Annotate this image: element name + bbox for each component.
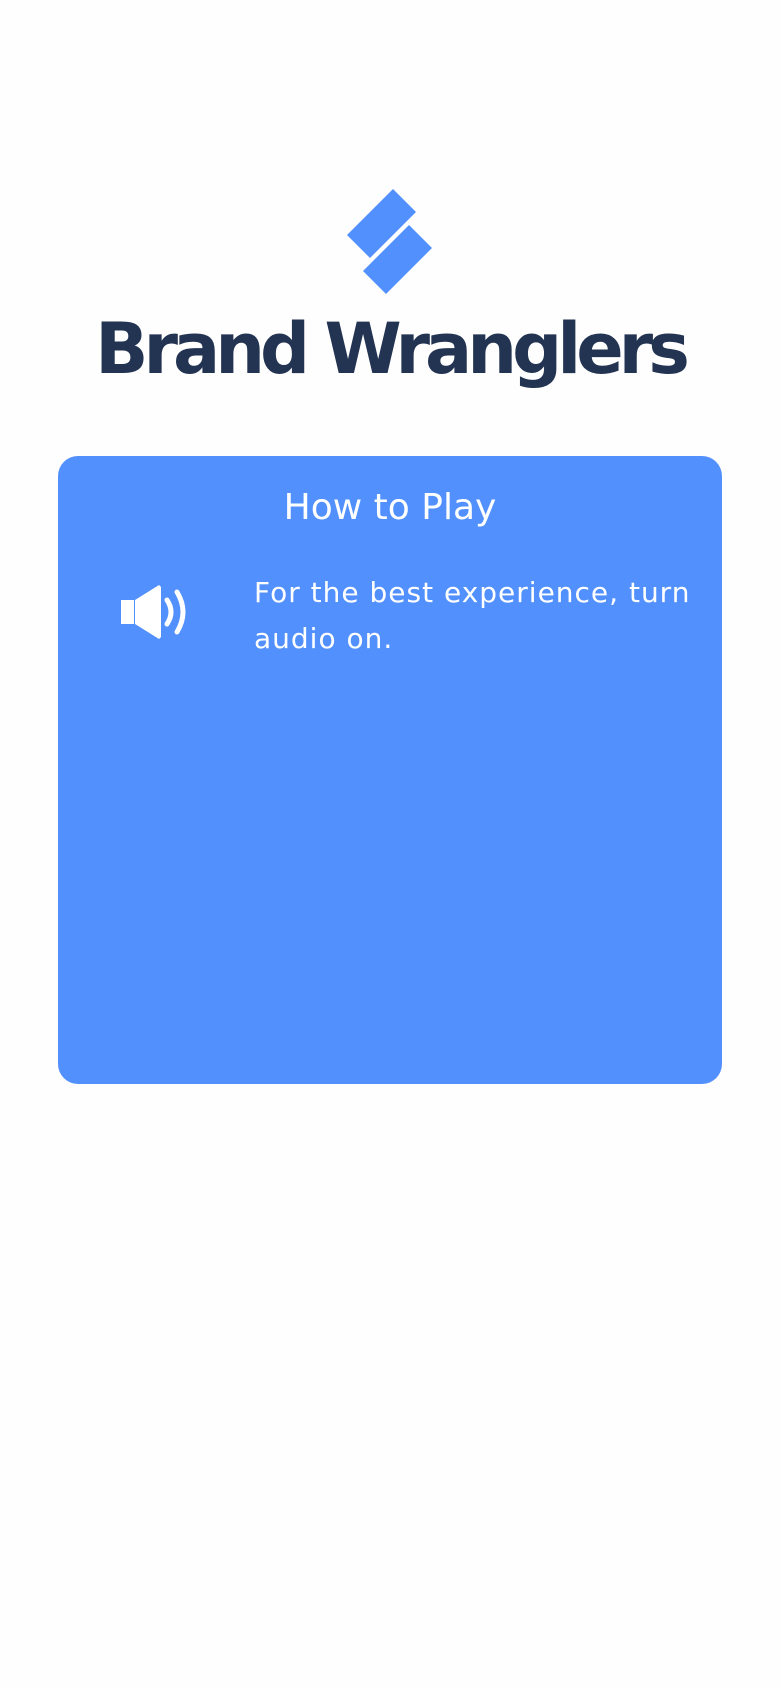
brand-logo-icon xyxy=(347,189,432,294)
how-to-play-title: How to Play xyxy=(283,487,497,528)
brand-name: Brand Wranglers xyxy=(95,308,690,390)
speaker-volume-icon[interactable] xyxy=(121,584,189,640)
how-to-play-card: How to Play For the best experience, tur… xyxy=(58,456,722,1084)
audio-instruction-text: For the best experience, turn audio on. xyxy=(254,576,691,655)
